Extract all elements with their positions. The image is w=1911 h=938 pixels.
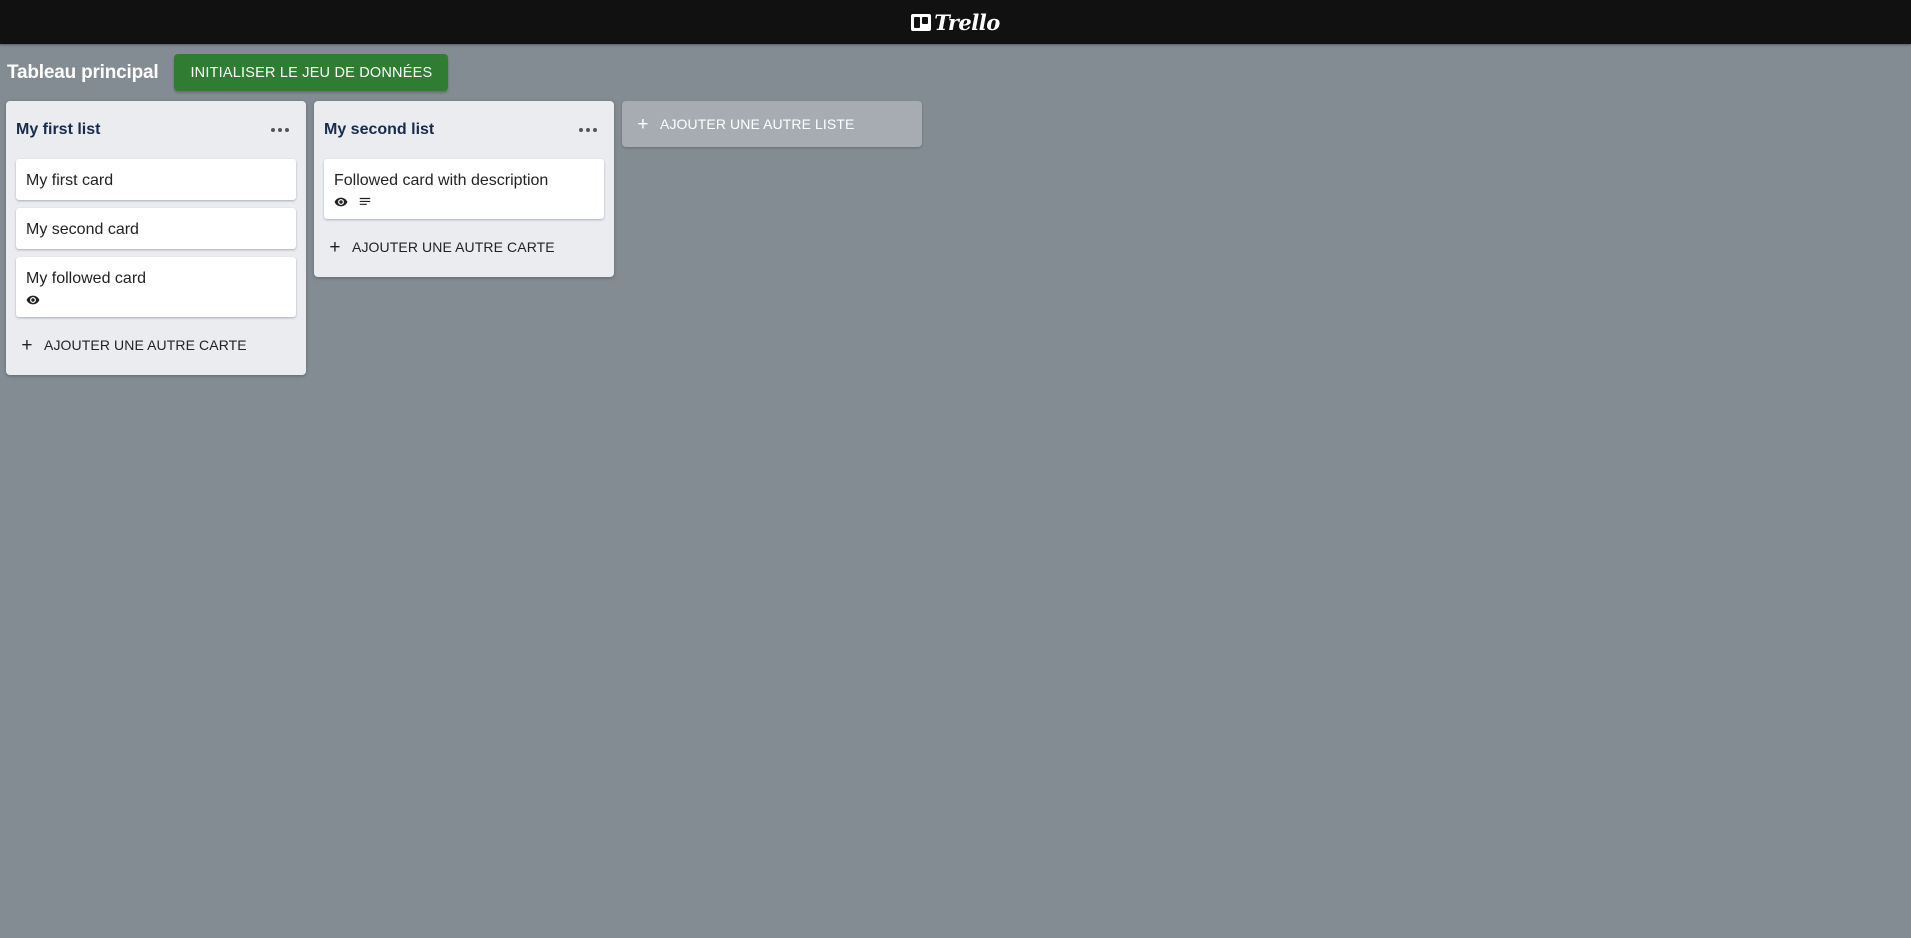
more-horizontal-icon[interactable] — [264, 114, 296, 146]
card[interactable]: My first card — [16, 159, 296, 200]
top-bar: Trello — [0, 0, 1911, 44]
add-card-button[interactable]: + AJOUTER UNE AUTRE CARTE — [324, 227, 604, 267]
lists-container: My first list My first card My second ca… — [6, 101, 922, 375]
card-title: My first card — [26, 172, 114, 189]
board-header: Tableau principal INITIALISER LE JEU DE … — [7, 54, 449, 91]
add-card-button[interactable]: + AJOUTER UNE AUTRE CARTE — [16, 325, 296, 365]
list-first: My first list My first card My second ca… — [6, 101, 306, 375]
card-title: My followed card — [26, 270, 147, 287]
add-list-button[interactable]: + AJOUTER UNE AUTRE LISTE — [622, 101, 922, 147]
add-card-label: AJOUTER UNE AUTRE CARTE — [352, 239, 555, 255]
card[interactable]: Followed card with description — [324, 159, 604, 219]
eye-icon — [26, 295, 40, 305]
init-dataset-button[interactable]: INITIALISER LE JEU DE DONNÉES — [174, 54, 449, 91]
list-second: My second list Followed card with descri… — [314, 101, 614, 277]
card[interactable]: My second card — [16, 208, 296, 249]
trello-logo[interactable]: Trello — [911, 10, 1000, 35]
trello-logo-icon — [911, 13, 932, 31]
more-horizontal-icon[interactable] — [572, 114, 604, 146]
description-icon — [359, 197, 371, 205]
plus-icon: + — [637, 113, 649, 135]
logo-text: Trello — [934, 9, 1000, 35]
eye-icon — [334, 197, 348, 207]
card-badges — [334, 195, 594, 209]
plus-icon: + — [21, 334, 33, 356]
card-badges — [26, 293, 286, 307]
card-title: My second card — [26, 221, 139, 238]
add-list-label: AJOUTER UNE AUTRE LISTE — [660, 116, 855, 132]
list-header: My first list — [16, 101, 296, 159]
list-header: My second list — [324, 101, 604, 159]
list-title: My second list — [324, 121, 435, 138]
board-title: Tableau principal — [7, 61, 159, 83]
add-card-label: AJOUTER UNE AUTRE CARTE — [44, 337, 247, 353]
plus-icon: + — [329, 236, 341, 258]
card[interactable]: My followed card — [16, 257, 296, 317]
list-title: My first list — [16, 121, 101, 138]
card-title: Followed card with description — [334, 172, 549, 189]
